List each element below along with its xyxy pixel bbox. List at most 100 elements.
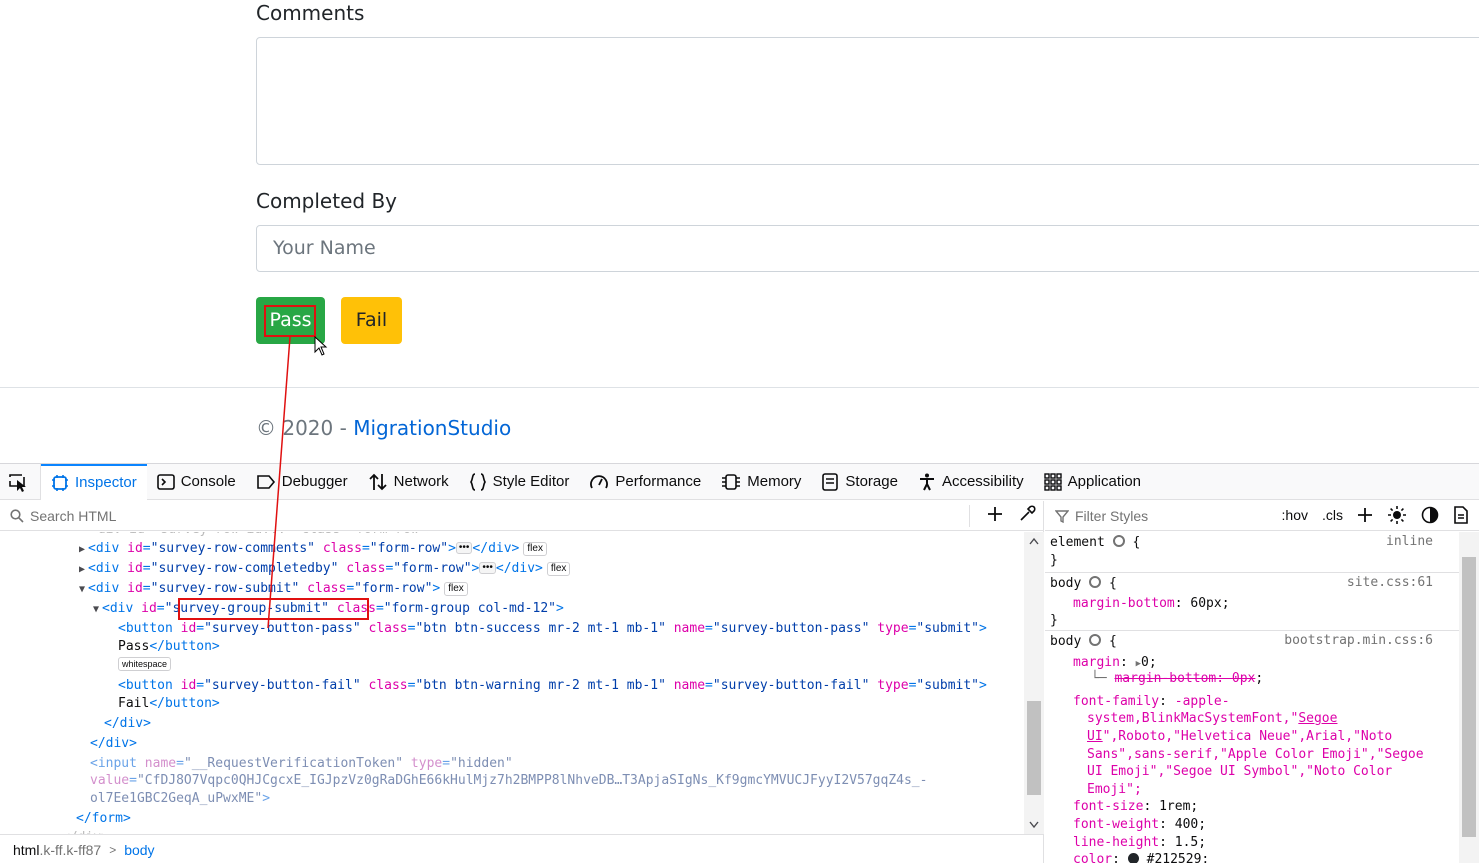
tab-network-label: Network [393,473,449,490]
tree-token-value-1[interactable]: value="CfDJ8O7Vqpc0QHJCgcxE_IGJpzVz0gRaD… [90,772,927,790]
search-html-input[interactable]: Search HTML [30,508,116,524]
footer-link-migrationstudio[interactable]: MigrationStudio [353,416,511,440]
tab-style-editor-label: Style Editor [492,473,570,490]
add-node-icon[interactable] [986,505,1004,523]
filter-styles-bar[interactable]: Filter Styles :hov .cls [1045,501,1479,531]
light-theme-icon[interactable] [1387,505,1407,525]
footer-divider [0,387,1479,388]
rules-scrollbar-thumb[interactable] [1462,557,1476,837]
tab-application[interactable]: Application [1034,464,1151,500]
tab-memory[interactable]: Memory [711,464,811,500]
tab-storage-label: Storage [845,473,898,490]
your-name-input[interactable]: Your Name [256,225,1479,272]
print-media-icon[interactable] [1453,506,1469,524]
color-swatch[interactable] [1127,853,1139,863]
cls-toggle[interactable]: .cls [1322,507,1343,523]
inspector-icon [52,474,68,491]
tab-debugger[interactable]: Debugger [246,464,358,500]
web-page: Comments Completed By Your Name Pass Fai… [0,0,1479,463]
contrast-icon[interactable] [1421,506,1439,524]
search-html-bar[interactable]: Search HTML [0,501,1044,531]
eyedropper-icon[interactable] [1018,505,1036,523]
flex-badge[interactable]: flex [523,542,547,556]
tab-performance[interactable]: Performance [579,464,711,500]
rule-body-site-source[interactable]: site.css:61 [1347,575,1433,590]
search-icon [10,508,24,523]
decl-color[interactable]: color: #212529; [1073,851,1209,863]
tab-accessibility[interactable]: Accessibility [908,464,1034,500]
rule-body-bootstrap-source[interactable]: bootstrap.min.css:6 [1284,633,1433,648]
footer-copyright: © 2020 - [256,416,354,440]
storage-icon [822,472,839,491]
tab-storage[interactable]: Storage [811,464,908,500]
tab-style-editor[interactable]: Style Editor [459,464,580,500]
breadcrumb-html[interactable]: html.k-ff.k-ff87 [13,842,101,858]
tree-node-survey-row-completedby[interactable]: ▶ <div id="survey-row-completedby" class=… [76,560,571,578]
application-icon [1043,472,1062,491]
whitespace-badge[interactable]: whitespace [118,657,172,671]
tree-node-survey-row-comments[interactable]: ▶ <div id="survey-row-comments" class="fo… [76,540,547,558]
tree-close-div-row[interactable]: </div> [90,735,137,753]
markup-scrollbar-thumb[interactable] [1027,701,1041,795]
body-bootstrap-gear-icon[interactable] [1089,634,1102,646]
rule-separator [1045,572,1459,573]
tab-application-label: Application [1067,473,1142,490]
decl-margin-bottom-overridden[interactable]: └─ margin-bottom: 0px; [1091,670,1263,688]
tree-close-form[interactable]: </form> [76,810,131,828]
rule-element-selector[interactable]: element { [1050,534,1140,552]
comments-label: Comments [256,1,365,25]
tree-text-pass[interactable]: Pass</button> [118,638,220,656]
scroll-up-icon[interactable] [1029,537,1039,545]
tree-whitespace[interactable]: whitespace [114,656,172,674]
flex-badge[interactable]: flex [546,562,571,576]
element-picker-button[interactable] [0,463,41,500]
breadcrumb-separator-icon: > [109,842,117,857]
tree-node-token-input[interactable]: <input name="__RequestVerificationToken"… [90,755,513,773]
tab-network[interactable]: Network [358,464,459,500]
tree-node-survey-row-submit[interactable]: ▼ <div id="survey-row-submit" class="form… [76,580,468,598]
element-rule-gear-icon[interactable] [1112,535,1125,547]
decl-font-size[interactable]: font-size: 1rem; [1073,798,1198,816]
tree-close-div-group[interactable]: </div> [104,715,151,733]
decl-font-family-cont-2: UI",Roboto,"Helvetica Neue",Arial,"Noto [1087,729,1393,744]
fail-button[interactable]: Fail [341,297,402,344]
footer: © 2020 - MigrationStudio [256,416,511,440]
tab-console[interactable]: Console [147,464,246,500]
rule-body-bootstrap-selector[interactable]: body { [1050,633,1117,651]
breadcrumb-body[interactable]: body [124,842,154,858]
tree-text-fail[interactable]: Fail</button> [118,695,220,713]
hov-toggle[interactable]: :hov [1282,507,1308,523]
markup-pane: Search HTML <div id="survey-row-id..." c… [0,501,1044,863]
id-attribute-highlight-box [178,598,369,620]
decl-line-height[interactable]: line-height: 1.5; [1073,834,1206,852]
mouse-cursor-icon [314,336,328,356]
tab-debugger-label: Debugger [281,473,348,490]
network-icon [369,473,387,490]
breadcrumb: html.k-ff.k-ff87 > body [0,834,1044,863]
accessibility-icon [919,473,934,490]
rule-separator [1045,630,1459,631]
rule-body-site-selector[interactable]: body { [1050,575,1117,593]
decl-margin-bottom[interactable]: margin-bottom: 60px; [1073,595,1230,613]
decl-font-family-cont-4: UI Emoji","Segoe UI Symbol","Noto Color [1087,764,1393,779]
rule-element-source[interactable]: inline [1386,534,1433,549]
body-rule-gear-icon[interactable] [1089,576,1102,588]
tab-inspector[interactable]: Inspector [41,463,147,500]
filter-styles-input[interactable]: Filter Styles [1075,508,1148,524]
tree-node-button-fail[interactable]: <button id="survey-button-fail" class="b… [118,677,987,695]
markup-tools [986,505,1036,523]
scroll-down-icon[interactable] [1029,821,1039,829]
devtools-toolbar: Inspector Console Debugger Network Style… [0,463,1479,500]
performance-icon [590,474,609,488]
add-rule-icon[interactable] [1357,507,1373,523]
flex-badge[interactable]: flex [444,582,468,596]
console-icon [156,473,175,490]
rules-pane: Filter Styles :hov .cls element { inline… [1045,501,1479,863]
comments-textarea[interactable] [256,37,1479,165]
decl-font-family[interactable]: font-family: -apple- [1073,693,1230,711]
decl-font-family-cont-3: Sans",sans-serif,"Apple Color Emoji","Se… [1087,747,1424,762]
tree-node-button-pass[interactable]: <button id="survey-button-pass" class="b… [118,620,987,638]
tree-token-value-2[interactable]: ol7Ee1GBC2GeqA_uPwxME"> [90,790,270,808]
devtools-panel: Inspector Console Debugger Network Style… [0,463,1479,863]
decl-font-weight[interactable]: font-weight: 400; [1073,816,1206,834]
